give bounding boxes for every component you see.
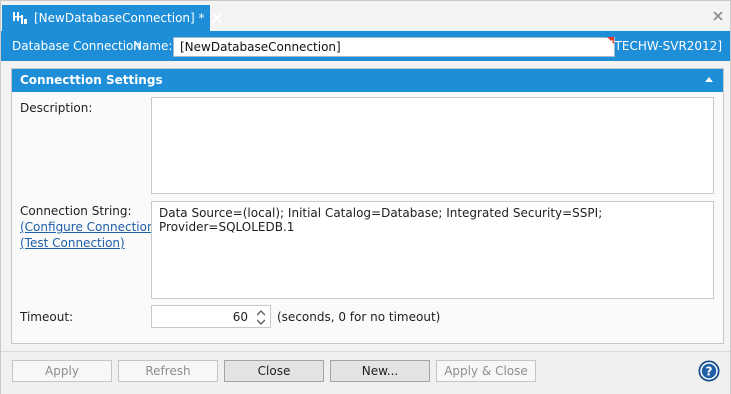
timeout-stepper[interactable]: 60 [151, 305, 271, 328]
timeout-label: Timeout: [20, 310, 74, 324]
section-header[interactable]: Connecttion Settings [12, 69, 723, 92]
section-title: Connecttion Settings [20, 73, 163, 87]
tab-strip: [NewDatabaseConnection] * [1, 1, 730, 33]
connection-header: Database Connection Name: [TECHW-SVR2012… [1, 33, 730, 61]
header-title: Database Connection [12, 39, 141, 53]
description-field[interactable] [151, 97, 714, 194]
spin-down-icon[interactable] [256, 318, 266, 326]
close-button[interactable]: Close [224, 360, 324, 382]
configure-connection-link[interactable]: (Configure Connection) [20, 220, 159, 234]
editor-window: [NewDatabaseConnection] * Database Conne… [0, 0, 731, 394]
server-name: [TECHW-SVR2012] [609, 39, 722, 53]
document-tab[interactable]: [NewDatabaseConnection] * [2, 5, 222, 31]
svg-text:?: ? [706, 365, 713, 379]
connection-settings-panel: Connecttion Settings Description: Connec… [11, 68, 724, 344]
new-button[interactable]: New... [330, 360, 430, 382]
name-field[interactable] [173, 37, 615, 57]
chevron-up-icon[interactable] [705, 77, 713, 82]
close-icon[interactable] [211, 11, 223, 25]
window-close-icon[interactable] [712, 10, 724, 22]
timeout-value: 60 [232, 310, 248, 324]
refresh-button[interactable]: Refresh [118, 360, 218, 382]
connection-string-field[interactable]: Data Source=(local); Initial Catalog=Dat… [151, 201, 714, 299]
apply-button[interactable]: Apply [12, 360, 112, 382]
help-icon[interactable]: ? [698, 360, 720, 382]
apply-close-button[interactable]: Apply & Close [436, 360, 536, 382]
database-connection-icon [12, 10, 28, 26]
test-connection-link[interactable]: (Test Connection) [20, 236, 125, 250]
button-bar: Apply Refresh Close New... Apply & Close… [1, 351, 730, 394]
spin-up-icon[interactable] [256, 309, 266, 317]
name-label: Name: [133, 39, 173, 53]
timeout-hint: (seconds, 0 for no timeout) [277, 310, 441, 324]
tab-title: [NewDatabaseConnection] * [34, 11, 205, 25]
description-label: Description: [20, 101, 93, 115]
connection-string-label: Connection String: [20, 204, 132, 218]
